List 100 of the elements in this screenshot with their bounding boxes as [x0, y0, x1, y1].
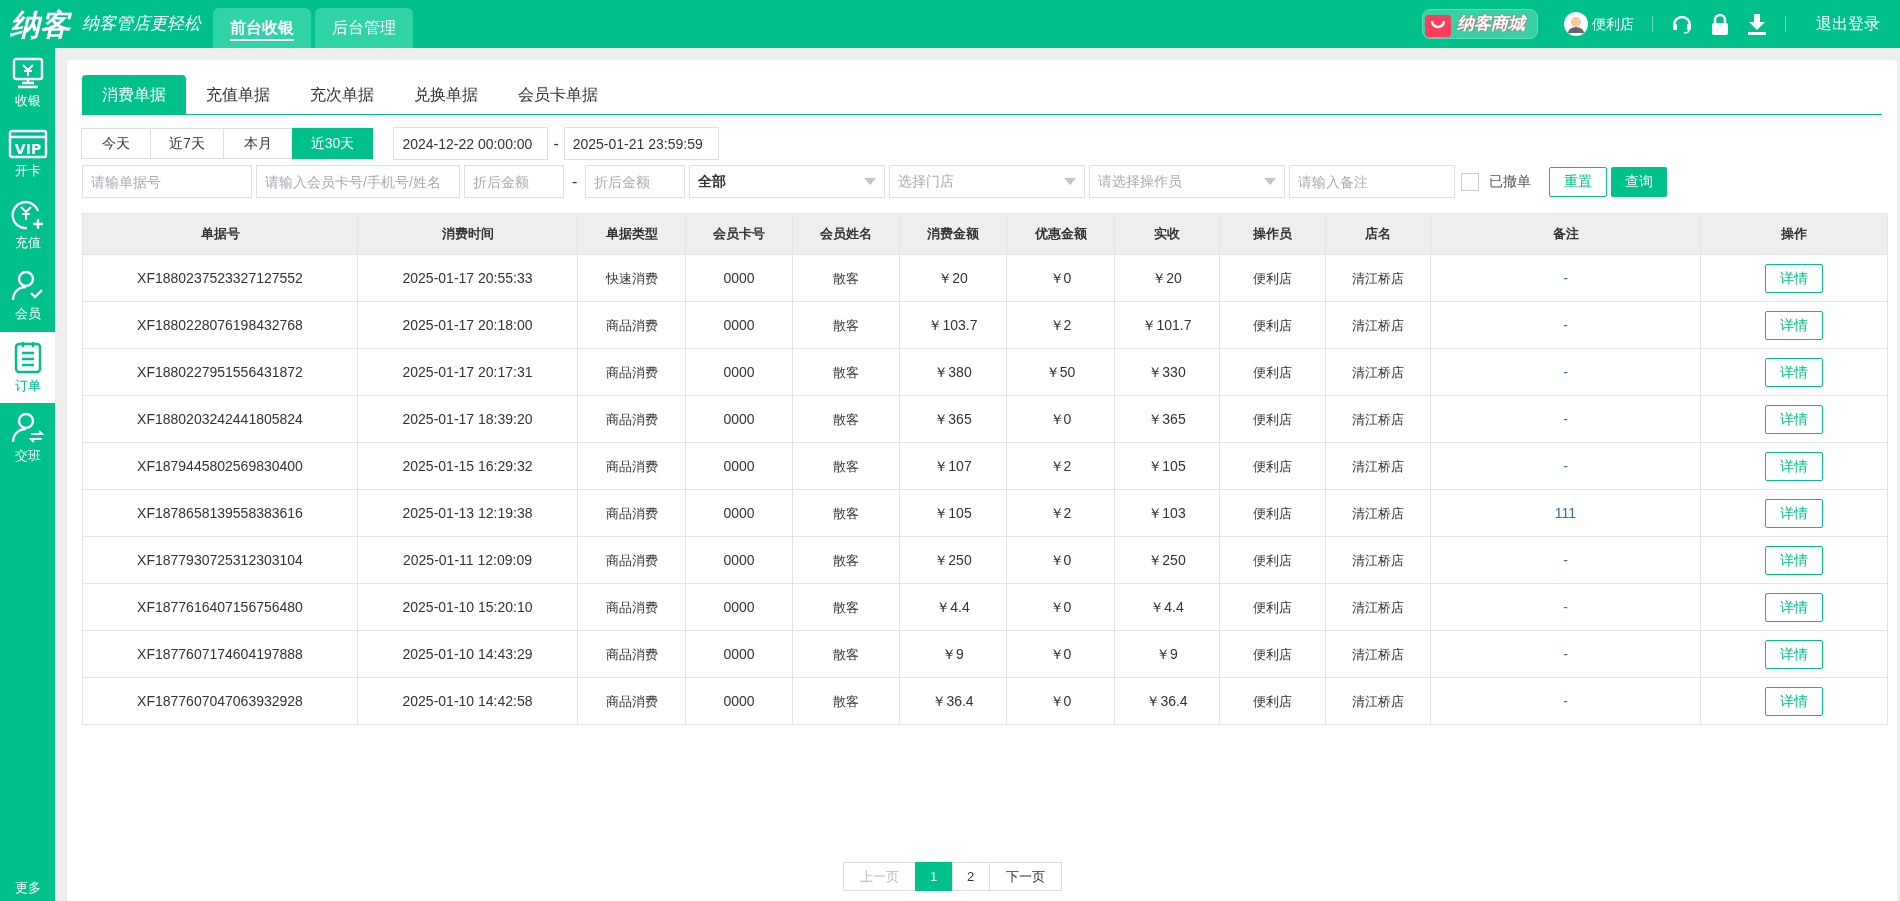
sidebar-item[interactable]: 收银 — [0, 48, 55, 119]
download-icon[interactable] — [1747, 13, 1767, 35]
table-cell: 0000 — [723, 363, 755, 380]
table-cell: 散客 — [833, 505, 859, 521]
table-cell: XF1877607047063932928 — [137, 692, 303, 709]
cash-register-icon — [10, 56, 45, 89]
table-cell: ￥2 — [1049, 457, 1072, 474]
date-range-button[interactable]: 今天 — [81, 128, 151, 159]
table-cell: ￥9 — [942, 645, 964, 662]
details-button[interactable]: 详情 — [1765, 310, 1823, 340]
tab[interactable]: 会员卡单据 — [498, 75, 618, 114]
user-name: 便利店 — [1592, 14, 1634, 34]
details-button[interactable]: 详情 — [1765, 545, 1823, 575]
table-cell: 清江桥店 — [1352, 270, 1404, 286]
date-to-field[interactable]: 2025-01-21 23:59:59 — [563, 127, 719, 160]
sidebar-item[interactable]: 交班 — [0, 403, 55, 474]
table-cell: ￥250 — [1148, 551, 1186, 568]
remark-text: - — [1563, 363, 1568, 380]
more-button[interactable]: 更多 — [0, 877, 55, 901]
table-cell: 0000 — [723, 598, 755, 615]
member-search-field[interactable]: 请输入会员卡号/手机号/姓名 — [256, 165, 460, 198]
table-cell: XF1880203242441805824 — [137, 410, 303, 427]
reset-button[interactable]: 重置 — [1549, 166, 1608, 197]
details-button[interactable]: 详情 — [1765, 357, 1823, 387]
details-button[interactable]: 详情 — [1765, 639, 1823, 669]
slogan: 纳客管店更轻松 — [82, 12, 201, 36]
search-button[interactable]: 查询 — [1611, 166, 1668, 197]
table-cell: ￥0 — [1049, 410, 1072, 427]
operator-select[interactable]: 请选择操作员 — [1089, 165, 1286, 198]
table-cell: 清江桥店 — [1352, 599, 1404, 615]
details-button[interactable]: 详情 — [1765, 451, 1823, 481]
table-cell: 商品消费 — [605, 693, 658, 709]
table-cell: 便利店 — [1253, 364, 1292, 380]
table-cell: 2025-01-10 14:42:58 — [402, 692, 533, 709]
sidebar-item[interactable]: 订单 — [0, 332, 55, 403]
column-header: 实收 — [1114, 213, 1220, 255]
column-header: 会员姓名 — [792, 213, 900, 255]
remark-field[interactable]: 请输入备注 — [1289, 165, 1456, 198]
table-cell: XF1877607174604197888 — [137, 645, 303, 662]
details-button[interactable]: 详情 — [1765, 263, 1823, 293]
headset-icon[interactable] — [1671, 13, 1693, 35]
date-from-field[interactable]: 2024-12-22 00:00:00 — [393, 127, 549, 160]
details-button[interactable]: 详情 — [1765, 592, 1823, 622]
next-page-button[interactable]: 下一页 — [988, 862, 1062, 891]
table-cell: ￥2 — [1049, 316, 1072, 333]
tab[interactable]: 充值单据 — [186, 75, 290, 114]
table-cell: 清江桥店 — [1352, 505, 1404, 521]
table-cell: ￥0 — [1049, 269, 1072, 286]
coin-plus-icon — [10, 198, 45, 231]
nav-tab[interactable]: 前台收银 — [213, 8, 311, 48]
date-range-button[interactable]: 近7天 — [150, 128, 224, 159]
store-select[interactable]: 选择门店 — [889, 165, 1086, 198]
revoked-checkbox[interactable] — [1461, 172, 1480, 191]
min-amount-field[interactable]: 折后金额 — [464, 165, 564, 198]
nav-tab[interactable]: 后台管理 — [315, 8, 413, 48]
table-cell: XF1877930725312303104 — [137, 551, 303, 568]
lock-icon[interactable] — [1711, 13, 1729, 35]
table-cell: 清江桥店 — [1352, 317, 1404, 333]
sidebar-item[interactable]: VIP 开卡 — [0, 119, 55, 190]
tab[interactable]: 兑换单据 — [394, 75, 498, 114]
table-cell: 2025-01-15 16:29:32 — [402, 457, 533, 474]
table-cell: 便利店 — [1253, 505, 1292, 521]
table-cell: 散客 — [833, 458, 859, 474]
table-cell: ￥9 — [1156, 645, 1178, 662]
details-button[interactable]: 详情 — [1765, 404, 1823, 434]
order-number-field[interactable]: 请输单据号 — [82, 165, 252, 198]
page-button[interactable]: 1 — [914, 862, 953, 891]
details-button[interactable]: 详情 — [1765, 686, 1823, 716]
table-cell: 2025-01-17 20:18:00 — [402, 316, 533, 333]
table-cell: ￥103.7 — [928, 316, 978, 333]
table-cell: 商品消费 — [605, 505, 658, 521]
column-header: 操作 — [1700, 213, 1888, 255]
mall-button[interactable]: 纳客商城 — [1422, 9, 1538, 39]
table-cell: 清江桥店 — [1352, 552, 1404, 568]
page-button[interactable]: 2 — [951, 862, 990, 891]
table-cell: XF1877616407156756480 — [137, 598, 303, 615]
max-amount-field[interactable]: 折后金额 — [585, 165, 686, 198]
table-cell: 0000 — [723, 551, 755, 568]
tab[interactable]: 充次单据 — [290, 75, 394, 114]
clipboard-list-icon — [12, 339, 43, 374]
table-cell: 商品消费 — [605, 599, 658, 615]
table-cell: 商品消费 — [605, 458, 658, 474]
avatar-icon — [1564, 12, 1588, 36]
table-cell: 便利店 — [1253, 270, 1292, 286]
remark-text: 111 — [1554, 504, 1577, 521]
sidebar-item[interactable]: 充值 — [0, 190, 55, 261]
table-cell: ￥20 — [1152, 269, 1182, 286]
table-cell: ￥2 — [1049, 504, 1072, 521]
tab[interactable]: 消费单据 — [82, 75, 186, 114]
logout-link[interactable]: 退出登录 — [1816, 12, 1880, 36]
table-cell: 清江桥店 — [1352, 646, 1404, 662]
amount-separator: - — [571, 171, 579, 192]
date-range-button[interactable]: 近30天 — [291, 128, 374, 159]
vip-card-icon: VIP — [7, 128, 48, 159]
table-cell: 散客 — [833, 552, 859, 568]
sidebar-item[interactable]: 会员 — [0, 261, 55, 332]
details-button[interactable]: 详情 — [1765, 498, 1823, 528]
type-select[interactable]: 全部 — [689, 165, 886, 198]
column-header: 备注 — [1430, 213, 1701, 255]
table-cell: 便利店 — [1253, 693, 1292, 709]
